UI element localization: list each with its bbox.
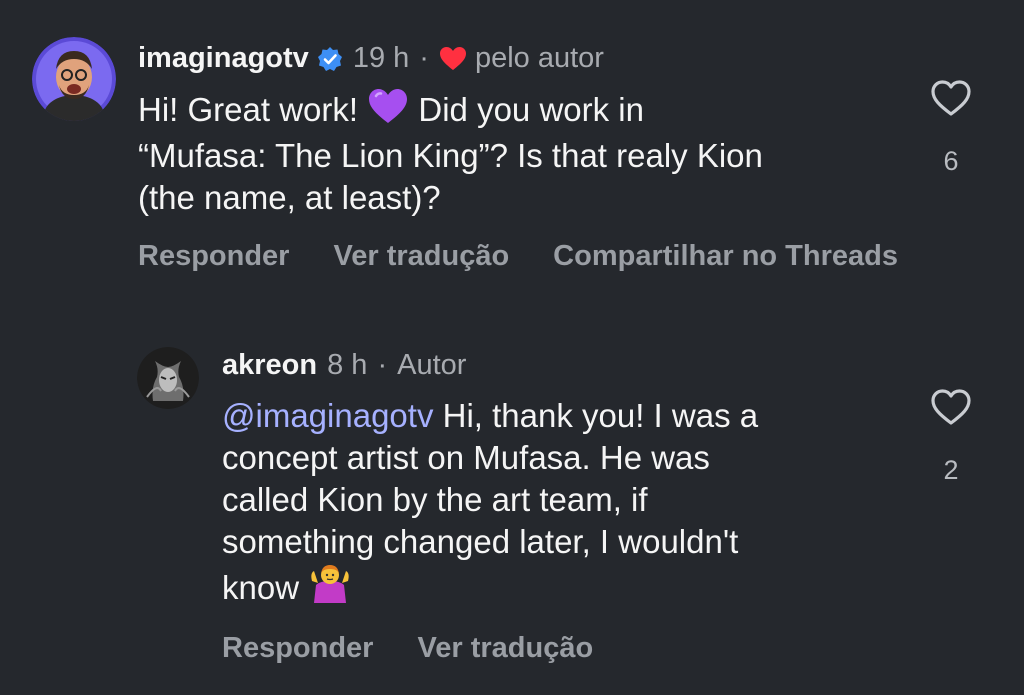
- reply-actions: Responder Ver tradução: [222, 630, 593, 666]
- timestamp: 8 h: [327, 349, 368, 381]
- reply-button[interactable]: Responder: [222, 630, 373, 666]
- author-badge: Autor: [397, 349, 467, 381]
- timestamp: 19 h: [352, 42, 410, 74]
- verified-badge-icon: [317, 45, 343, 71]
- avatar[interactable]: [137, 347, 199, 409]
- purple-heart-icon: [367, 87, 409, 135]
- separator: ·: [377, 349, 388, 381]
- share-to-threads-button[interactable]: Compartilhar no Threads: [553, 238, 898, 274]
- heart-outline-icon[interactable]: [929, 387, 973, 427]
- separator: ·: [419, 42, 429, 74]
- username[interactable]: imaginagotv: [138, 40, 309, 76]
- like-count: 2: [943, 455, 959, 485]
- reply-button[interactable]: Responder: [138, 238, 289, 274]
- comment-text-part1: Hi! Great work!: [138, 91, 368, 128]
- see-translation-button[interactable]: Ver tradução: [333, 238, 509, 274]
- person-shrugging-icon: [308, 563, 352, 613]
- see-translation-button[interactable]: Ver tradução: [417, 630, 593, 666]
- reply-text: @imaginagotv Hi, thank you! I was a conc…: [222, 395, 882, 613]
- reply-header: akreon 8 h · Autor: [222, 347, 466, 383]
- like-count: 6: [943, 146, 959, 176]
- heart-filled-icon: [439, 45, 467, 71]
- mention-link[interactable]: @imaginagotv: [222, 397, 433, 434]
- comment-actions: Responder Ver tradução Compartilhar no T…: [138, 238, 898, 274]
- username[interactable]: akreon: [222, 347, 317, 383]
- comment-header: imaginagotv 19 h · pelo autor: [138, 40, 604, 76]
- comment-text: Hi! Great work! Did you work in “Mufasa:…: [138, 87, 898, 219]
- author-liked-label: pelo autor: [474, 42, 604, 74]
- avatar[interactable]: [32, 37, 116, 121]
- heart-outline-icon[interactable]: [929, 78, 973, 118]
